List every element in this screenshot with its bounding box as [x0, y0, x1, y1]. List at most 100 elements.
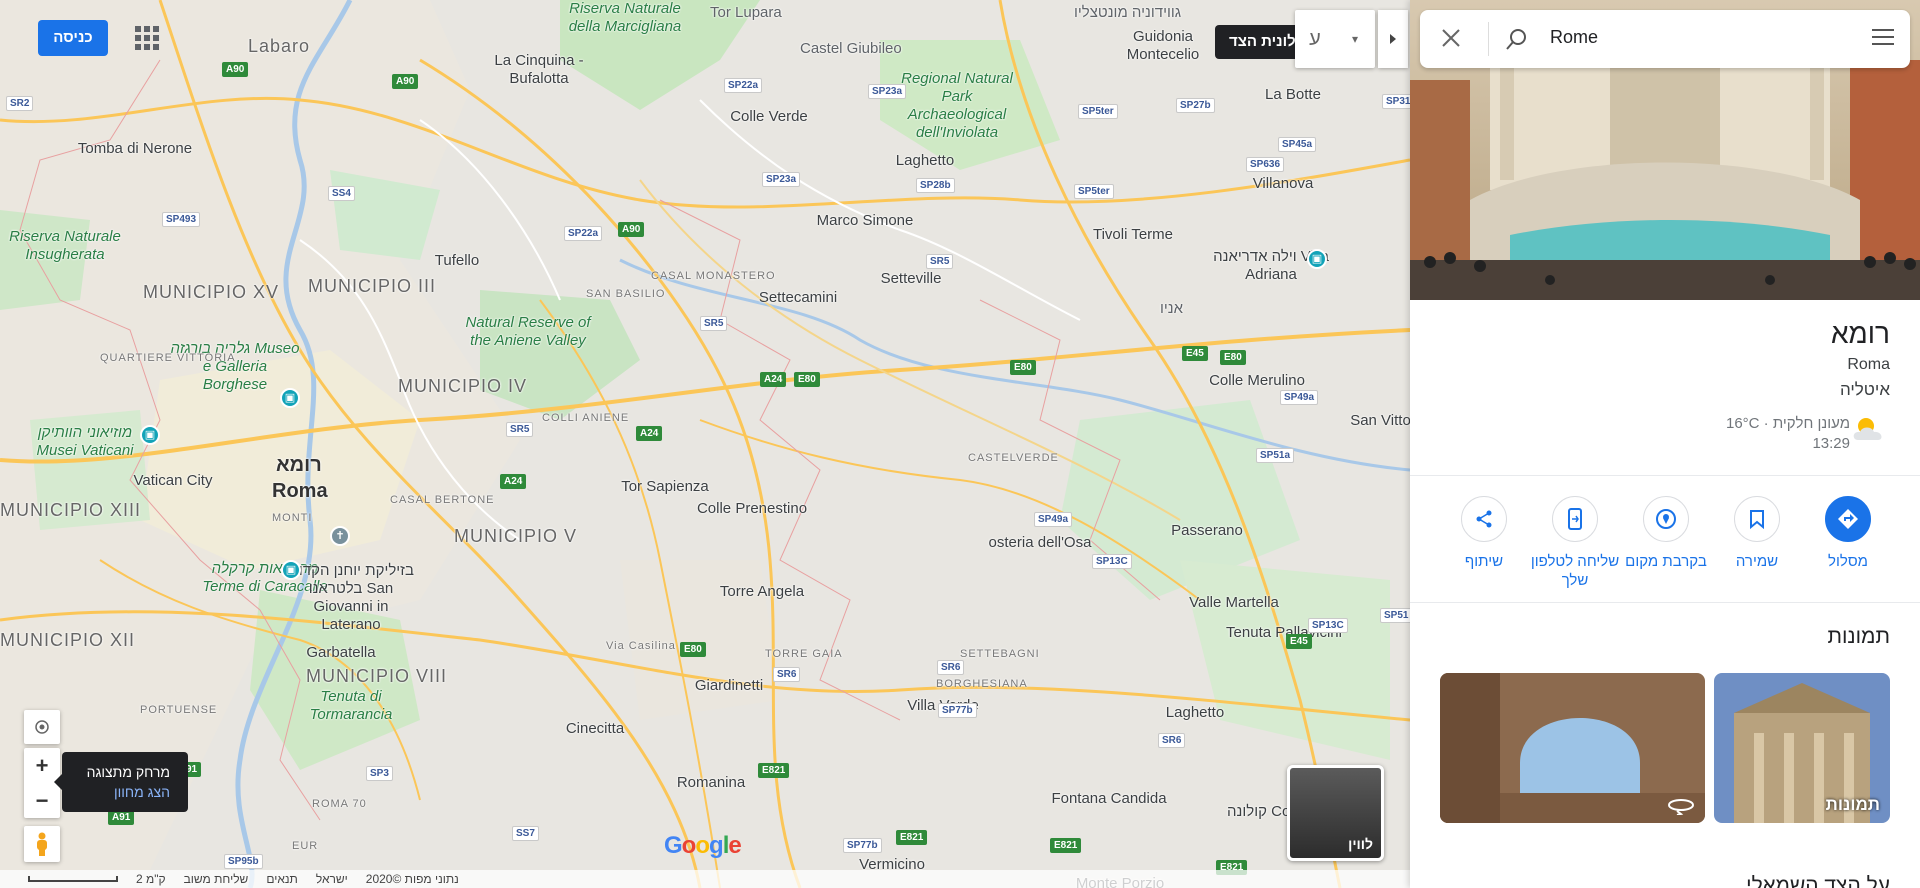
share-button[interactable]: שיתוף: [1439, 496, 1529, 571]
map-label[interactable]: אניו: [1160, 300, 1183, 317]
map-label[interactable]: CASAL BERTONE: [390, 494, 495, 506]
map-label[interactable]: Tomba di Nerone: [70, 140, 200, 158]
search-icon[interactable]: [1504, 28, 1528, 52]
map-label[interactable]: PORTUENSE: [140, 704, 217, 716]
share-icon: [1461, 496, 1507, 542]
map-canvas[interactable]: Labaro Castel Giubileo Riserva Naturale de…: [0, 0, 1410, 888]
satellite-layer-toggle[interactable]: לווין: [1287, 765, 1384, 861]
landmark-pin-icon[interactable]: ▣: [1307, 249, 1327, 269]
map-label[interactable]: Natural Reserve of the Aniene Valley: [463, 314, 593, 350]
map-label[interactable]: SAN BASILIO: [586, 288, 665, 300]
landmark-pin-icon[interactable]: ▣: [140, 425, 160, 445]
map-label[interactable]: Fontana Candida: [1044, 790, 1174, 808]
photo-tile-arch[interactable]: [1440, 673, 1705, 823]
map-label[interactable]: CASAL MONASTERO: [651, 270, 776, 282]
map-label[interactable]: בזיליקת יוחנן הקדוש בלטראנו San Giovanni…: [286, 562, 416, 634]
send-to-phone-button[interactable]: שליחה לטלפון שלך: [1530, 496, 1620, 590]
save-button[interactable]: שמירה: [1712, 496, 1802, 571]
map-label[interactable]: Tenuta di Tormarancia: [286, 688, 416, 724]
map-label[interactable]: Passerano: [1142, 522, 1272, 540]
chevron-down-icon[interactable]: ▾: [1335, 10, 1375, 68]
map-label[interactable]: Tor Sapienza: [600, 478, 730, 496]
church-pin-icon[interactable]: ✝: [330, 526, 350, 546]
map-control-group[interactable]: ע ▾: [1295, 10, 1375, 68]
map-label[interactable]: EUR: [292, 840, 318, 852]
map-label[interactable]: QUARTIERE VITTORIA: [100, 352, 236, 364]
map-label[interactable]: MUNICIPIO VIII: [306, 666, 456, 687]
close-icon[interactable]: [1440, 27, 1462, 49]
landmark-pin-icon[interactable]: ▣: [280, 388, 300, 408]
landmark-pin-icon[interactable]: ▣: [281, 560, 301, 580]
map-label[interactable]: Colle Merulino: [1192, 372, 1322, 390]
control-glyph[interactable]: ע: [1295, 10, 1335, 68]
street-view-pegman[interactable]: [24, 826, 60, 862]
map-label[interactable]: Regional Natural Park Archaeological del…: [892, 70, 1022, 142]
map-label[interactable]: גווידוניה מונטצליו: [1074, 4, 1181, 21]
map-label[interactable]: Settecamini: [733, 289, 863, 307]
road-shield: SP636: [1246, 157, 1285, 172]
country-link[interactable]: ישראל: [316, 872, 348, 886]
map-label[interactable]: TORRE GAIA: [765, 648, 843, 660]
map-label[interactable]: Marco Simone: [800, 212, 930, 230]
map-label[interactable]: Riserva Naturale Insugherata: [0, 228, 130, 264]
map-label[interactable]: MUNICIPIO XII: [0, 630, 150, 651]
map-label[interactable]: Via Casilina: [606, 640, 676, 652]
map-label[interactable]: Tufello: [392, 252, 522, 270]
map-label[interactable]: Colle Prenestino: [687, 500, 817, 518]
action-label: שליחה לטלפון שלך: [1530, 553, 1620, 589]
scale-bar[interactable]: [28, 876, 118, 882]
map-label[interactable]: Colle Verde: [704, 108, 834, 126]
menu-icon[interactable]: [1872, 29, 1894, 47]
map-label[interactable]: MONTI: [272, 512, 312, 524]
collapse-panel-button[interactable]: [1378, 10, 1408, 68]
map-label[interactable]: Castel Giubileo: [800, 40, 902, 57]
map-label[interactable]: ROMA 70: [312, 798, 367, 810]
map-label[interactable]: SETTEBAGNI: [960, 648, 1040, 660]
map-label[interactable]: Laghetto: [860, 152, 990, 170]
nearby-button[interactable]: בקרבת מקום: [1621, 496, 1711, 571]
road-shield: SP95b: [224, 854, 263, 869]
map-label[interactable]: MUNICIPIO XV: [143, 282, 293, 303]
map-label[interactable]: Tivoli Terme: [1068, 226, 1198, 244]
partly-cloudy-icon: [1853, 418, 1882, 440]
map-label[interactable]: MUNICIPIO V: [454, 526, 604, 547]
map-label[interactable]: Garbatella: [276, 644, 406, 662]
map-label[interactable]: Villanova: [1218, 175, 1348, 193]
map-label[interactable]: Valle Martella: [1169, 594, 1299, 612]
bookmark-icon: [1734, 496, 1780, 542]
map-label[interactable]: COLLI ANIENE: [542, 412, 629, 424]
map-label[interactable]: MUNICIPIO III: [308, 276, 458, 297]
map-label[interactable]: Guidonia Montecelio: [1098, 28, 1228, 64]
map-label[interactable]: Cinecitta: [530, 720, 660, 738]
map-label[interactable]: Laghetto: [1130, 704, 1260, 722]
map-label[interactable]: Tor Lupara: [710, 4, 782, 21]
map-label[interactable]: MUNICIPIO IV: [398, 376, 548, 397]
map-label[interactable]: Vatican City: [108, 472, 238, 490]
scale-text[interactable]: 2 ק"מ: [136, 872, 166, 886]
map-label[interactable]: La Cinquina - Bufalotta: [474, 52, 604, 88]
map-label[interactable]: Labaro: [248, 36, 398, 57]
map-label[interactable]: Romanina: [646, 774, 776, 792]
login-button[interactable]: כניסה: [38, 20, 108, 56]
map-label[interactable]: מוזיאוני הוותיקן Musei Vaticani: [20, 424, 150, 460]
map-label[interactable]: Torre Angela: [697, 583, 827, 601]
map-label[interactable]: osteria dell'Osa: [975, 534, 1105, 552]
map-label[interactable]: MUNICIPIO XIII: [0, 500, 150, 521]
directions-button[interactable]: מסלול: [1803, 496, 1893, 571]
map-label[interactable]: רומא: [276, 454, 426, 477]
map-label[interactable]: La Botte: [1228, 86, 1358, 104]
map-label[interactable]: Riserva Naturale della Marcigliana: [560, 0, 690, 36]
map-label[interactable]: San Vittorino: [1328, 412, 1410, 430]
search-box[interactable]: Rome: [1420, 10, 1910, 68]
map-label[interactable]: גלריה בורגזה Museo e Galleria Borghese: [170, 340, 300, 394]
map-label[interactable]: BORGHESIANA: [936, 678, 1028, 690]
apps-grid-icon[interactable]: [135, 26, 159, 50]
terms-link[interactable]: תנאים: [266, 872, 298, 886]
show-scale-link[interactable]: הצג מחוון: [62, 782, 170, 802]
search-input[interactable]: Rome: [1550, 27, 1850, 48]
feedback-link[interactable]: שליחת משוב: [184, 872, 249, 886]
photo-tile-temple[interactable]: תמונות: [1714, 673, 1890, 823]
map-label[interactable]: Setteville: [846, 270, 976, 288]
my-location-button[interactable]: [24, 710, 60, 744]
map-label[interactable]: CASTELVERDE: [968, 452, 1059, 464]
